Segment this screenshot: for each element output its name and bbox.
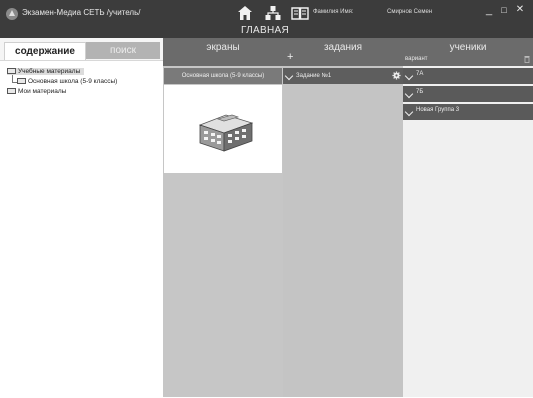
network-icon[interactable] (264, 5, 282, 21)
maximize-button[interactable]: □ (498, 3, 510, 17)
tree-item-study-materials[interactable]: Учебные материалы (7, 68, 85, 75)
tree-item-label: Основная школа (5-9 классы) (28, 78, 118, 85)
students-panel: ученики вариант 7А 7Б Новая Группа 3 (403, 38, 533, 397)
group-row-7a[interactable]: 7А (403, 68, 533, 84)
task-item[interactable]: Задание №1 (283, 68, 403, 84)
tab-search[interactable]: поиск (86, 42, 160, 59)
tree-item-basic-school[interactable]: Основная школа (5-9 классы) (17, 78, 117, 85)
app-title: Экзамен-Медиа СЕТЬ /учитель/ (22, 8, 141, 17)
user-name-label: Фамилия Имя: (313, 9, 354, 15)
group-label: 7Б (416, 89, 424, 95)
variant-label: вариант (405, 56, 428, 62)
tree-item-label: Мои материалы (18, 88, 67, 95)
tab-content[interactable]: содержание (4, 42, 86, 60)
page-title: ГЛАВНАЯ (241, 25, 289, 36)
book-icon[interactable] (291, 5, 309, 21)
group-label: 7А (416, 71, 424, 77)
main-window: Экзамен-Медиа СЕТЬ /учитель/ Фамилия Имя… (0, 0, 533, 398)
chevron-down-icon[interactable] (404, 107, 414, 117)
task-item-label: Задание №1 (296, 73, 332, 79)
tree-item-label: Учебные материалы (18, 68, 81, 75)
materials-tree: Учебные материалы Основная школа (5-9 кл… (0, 60, 163, 398)
sidebar: содержание поиск Учебные материалы Основ… (0, 38, 163, 398)
screens-title: экраны (206, 42, 240, 53)
screens-panel: экраны Основная школа (5-9 классы) (163, 38, 283, 397)
title-bar: Экзамен-Медиа СЕТЬ /учитель/ Фамилия Имя… (0, 0, 533, 38)
tasks-panel: задания + Задание №1 (283, 38, 403, 397)
students-header: ученики вариант (403, 38, 533, 66)
folder-icon (7, 88, 16, 94)
trash-icon[interactable] (524, 55, 530, 63)
gear-icon[interactable] (392, 71, 401, 80)
add-task-button[interactable]: + (287, 51, 293, 63)
screens-header: экраны (163, 38, 283, 66)
folder-icon (17, 78, 26, 84)
tree-item-my-materials[interactable]: Мои материалы (7, 88, 66, 95)
students-title: ученики (449, 42, 487, 53)
school-building-thumbnail[interactable] (164, 85, 282, 173)
screen-item[interactable]: Основная школа (5-9 классы) (164, 68, 282, 84)
tasks-title: задания (323, 42, 363, 53)
chevron-down-icon[interactable] (404, 89, 414, 99)
home-icon[interactable] (236, 5, 254, 21)
chevron-down-icon[interactable] (404, 71, 414, 81)
chevron-down-icon[interactable] (284, 71, 294, 81)
group-row-7b[interactable]: 7Б (403, 86, 533, 102)
minimize-button[interactable]: _ (483, 3, 495, 17)
user-name-value: Смирнов Семен (387, 9, 433, 15)
group-row-new-group-3[interactable]: Новая Группа 3 (403, 104, 533, 120)
app-logo-icon (6, 8, 18, 20)
tasks-header: задания + (283, 38, 403, 66)
group-label: Новая Группа 3 (416, 107, 460, 113)
folder-open-icon (7, 68, 16, 74)
school-building-icon (198, 114, 254, 152)
close-button[interactable]: ✕ (514, 3, 526, 17)
